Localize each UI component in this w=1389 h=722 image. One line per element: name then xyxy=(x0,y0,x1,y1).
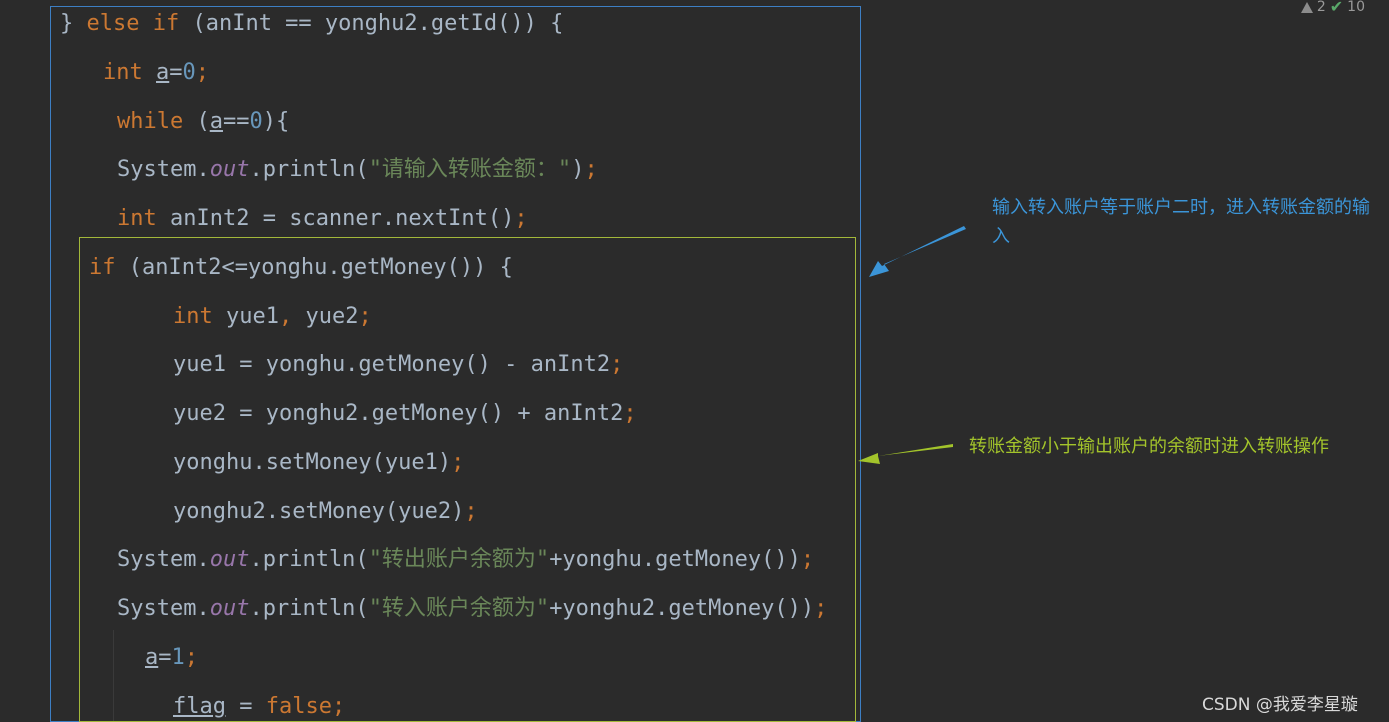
annotation-blue: 输入转入账户等于账户二时，进入转账金额的输入 xyxy=(992,197,1370,247)
check-icon: ✔ xyxy=(1329,0,1344,16)
inspection-status[interactable]: 2 ✔ 10 xyxy=(1300,0,1365,16)
csdn-watermark: CSDN @我爱李星璇 xyxy=(1202,695,1358,715)
warning-count: 2 xyxy=(1316,0,1326,15)
check-count: 10 xyxy=(1347,0,1365,15)
annotation-green: 转账金额小于输出账户的余额时进入转账操作 xyxy=(969,436,1329,457)
highlight-box-inner xyxy=(79,237,856,722)
warning-icon xyxy=(1300,1,1313,13)
